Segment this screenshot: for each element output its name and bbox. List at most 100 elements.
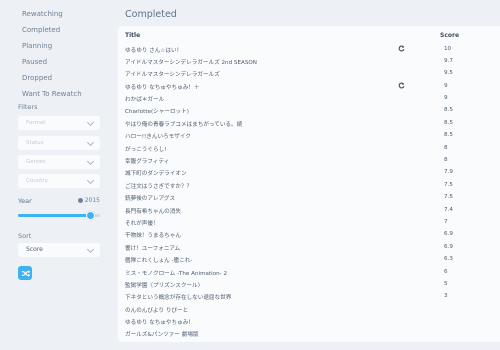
- row-title[interactable]: わかば＊ガール: [125, 95, 164, 103]
- status-dropped[interactable]: Dropped: [22, 70, 82, 86]
- row-score: 6: [444, 268, 448, 275]
- row-title[interactable]: ご注文はうさぎですか？？: [125, 182, 192, 190]
- year-row: Year 2015: [18, 197, 100, 207]
- row-title[interactable]: 銃夢後のアレアグス: [125, 194, 175, 202]
- genres-filter[interactable]: Genres: [18, 155, 100, 169]
- row-score: 9.7: [444, 57, 453, 64]
- row-title[interactable]: ガールズ&パンツァー 劇場版: [125, 330, 199, 338]
- year-slider-handle[interactable]: [85, 211, 95, 220]
- list-row[interactable]: ガールズ&パンツァー 劇場版: [118, 328, 500, 340]
- row-score: 5: [444, 280, 448, 287]
- row-title[interactable]: 下ネタという概念が存在しない退屈な世界: [125, 293, 231, 301]
- row-score: 7.9: [444, 169, 453, 176]
- list-row[interactable]: がっこうぐらし! 8: [118, 142, 500, 154]
- format-filter[interactable]: Format: [18, 116, 100, 130]
- row-title[interactable]: のんのんびより りぴーと: [125, 306, 188, 314]
- row-title[interactable]: それが声優！: [125, 219, 159, 227]
- sort-select[interactable]: Score: [18, 243, 100, 257]
- list-row[interactable]: 監獄学園〈プリズンスクール〉 5: [118, 278, 500, 290]
- row-score: 3: [444, 293, 448, 300]
- status-want-to-rewatch[interactable]: Want To Rewatch: [22, 86, 82, 102]
- row-title[interactable]: アイドルマスターシンデレラガールズ 2nd SEASON: [125, 58, 257, 66]
- row-score: 6.9: [444, 231, 453, 238]
- list-row[interactable]: 城下町のダンデライオン 7.9: [118, 167, 500, 179]
- row-title[interactable]: ゆるゆり さん☆はい！: [125, 46, 182, 54]
- list-row[interactable]: 干物妹！うまるちゃん 6.9: [118, 229, 500, 241]
- row-score: 7.5: [444, 194, 453, 201]
- row-title[interactable]: 監獄学園〈プリズンスクール〉: [125, 281, 203, 289]
- row-score: 7.5: [444, 181, 453, 188]
- shuffle-button[interactable]: [18, 266, 32, 280]
- row-score: 9: [444, 95, 448, 102]
- list-row[interactable]: 銃夢後のアレアグス 7.5: [118, 192, 500, 204]
- clear-icon[interactable]: [77, 198, 83, 203]
- row-score: 6.9: [444, 243, 453, 250]
- row-title[interactable]: ゆるゆり なちゅやちゅみ！: [125, 318, 194, 326]
- status-rewatching[interactable]: Rewatching: [22, 6, 82, 22]
- list-row[interactable]: 艦隊これくしょん -艦これ- 6.3: [118, 254, 500, 266]
- row-title[interactable]: ハロー!!きんいろモザイク: [125, 132, 191, 140]
- row-score: 8.5: [444, 119, 453, 126]
- row-title[interactable]: アイドルマスターシンデレラガールズ: [125, 70, 220, 78]
- row-title[interactable]: ゆるゆり なちゅやちゅみ！＋: [125, 83, 200, 91]
- list-panel: Title Score ゆるゆり さん☆はい！ 10 アイドルマスターシンデレラガー…: [118, 26, 500, 342]
- row-score: 8.5: [444, 132, 453, 139]
- status-list: Rewatching Completed Planning Paused Dro…: [22, 6, 82, 102]
- status-completed[interactable]: Completed: [22, 22, 82, 38]
- table-header: Title Score: [118, 26, 500, 43]
- list-row[interactable]: アイドルマスターシンデレラガールズ 9.5: [118, 68, 500, 80]
- list-row[interactable]: 響け！ユーフォニアム 6.9: [118, 241, 500, 253]
- country-filter[interactable]: Country: [18, 174, 100, 188]
- row-title[interactable]: 艦隊これくしょん -艦これ-: [125, 256, 192, 264]
- list-row[interactable]: 長門有希ちゃんの消失 7.4: [118, 204, 500, 216]
- filters-label: Filters: [18, 103, 38, 111]
- row-title[interactable]: やはり俺の青春ラブコメはまちがっている。続: [125, 120, 242, 128]
- list-row[interactable]: Charlotte(シャーロット) 8.5: [118, 105, 500, 117]
- row-title[interactable]: ミス・モノクローム -The Animation- 2: [125, 269, 227, 277]
- shuffle-icon: [21, 269, 30, 277]
- list-row[interactable]: 下ネタという概念が存在しない退屈な世界 3: [118, 291, 500, 303]
- list-row[interactable]: ご注文はうさぎですか？？ 7.5: [118, 179, 500, 191]
- genres-filter-placeholder: Genres: [26, 159, 46, 165]
- row-title[interactable]: Charlotte(シャーロット): [125, 107, 189, 115]
- row-title[interactable]: 城下町のダンデライオン: [125, 169, 187, 177]
- row-title[interactable]: 長門有希ちゃんの消失: [125, 207, 181, 215]
- list-title: Completed: [125, 9, 177, 20]
- year-value-text: 2015: [84, 197, 100, 204]
- row-score: 9: [444, 82, 448, 89]
- list-row[interactable]: ゆるゆり なちゅやちゅみ！＋ 9: [118, 80, 500, 92]
- list-row[interactable]: アイドルマスターシンデレラガールズ 2nd SEASON 9.7: [118, 55, 500, 67]
- list-row[interactable]: 幸腹グラフィティ 8: [118, 155, 500, 167]
- status-filter-placeholder: Status: [26, 140, 44, 146]
- sidebar: Rewatching Completed Planning Paused Dro…: [0, 0, 112, 350]
- list-row[interactable]: ゆるゆり なちゅやちゅみ！: [118, 316, 500, 328]
- year-slider-track[interactable]: [18, 214, 91, 217]
- row-title[interactable]: 干物妹！うまるちゃん: [125, 231, 181, 239]
- sort-select-value: Score: [26, 246, 43, 253]
- row-score: 7.4: [444, 206, 453, 213]
- year-value: 2015: [77, 197, 100, 204]
- row-score: 9.5: [444, 70, 453, 77]
- status-planning[interactable]: Planning: [22, 38, 82, 54]
- year-label: Year: [18, 197, 32, 205]
- row-title[interactable]: 響け！ユーフォニアム: [125, 244, 180, 252]
- row-score: 8: [444, 144, 448, 151]
- list-row[interactable]: それが声優！ 7: [118, 216, 500, 228]
- row-title[interactable]: がっこうぐらし!: [125, 145, 166, 153]
- chevron-down-icon: [86, 157, 95, 166]
- list-row[interactable]: ミス・モノクローム -The Animation- 2 6: [118, 266, 500, 278]
- title-column-header: Title: [125, 32, 141, 39]
- row-title[interactable]: 幸腹グラフィティ: [125, 157, 169, 165]
- status-paused[interactable]: Paused: [22, 54, 82, 70]
- app: Rewatching Completed Planning Paused Dro…: [0, 0, 500, 350]
- status-filter[interactable]: Status: [18, 136, 100, 150]
- row-score: 6.3: [444, 256, 453, 263]
- list-row[interactable]: やはり俺の青春ラブコメはまちがっている。続 8.5: [118, 117, 500, 129]
- list-row[interactable]: ハロー!!きんいろモザイク 8.5: [118, 130, 500, 142]
- country-filter-placeholder: Country: [26, 178, 48, 184]
- list-row[interactable]: ゆるゆり さん☆はい！ 10: [118, 43, 500, 55]
- chevron-down-icon: [86, 118, 95, 127]
- repeat-icon: [398, 45, 405, 52]
- list-row[interactable]: のんのんびより りぴーと: [118, 303, 500, 315]
- list-row[interactable]: わかば＊ガール 9: [118, 93, 500, 105]
